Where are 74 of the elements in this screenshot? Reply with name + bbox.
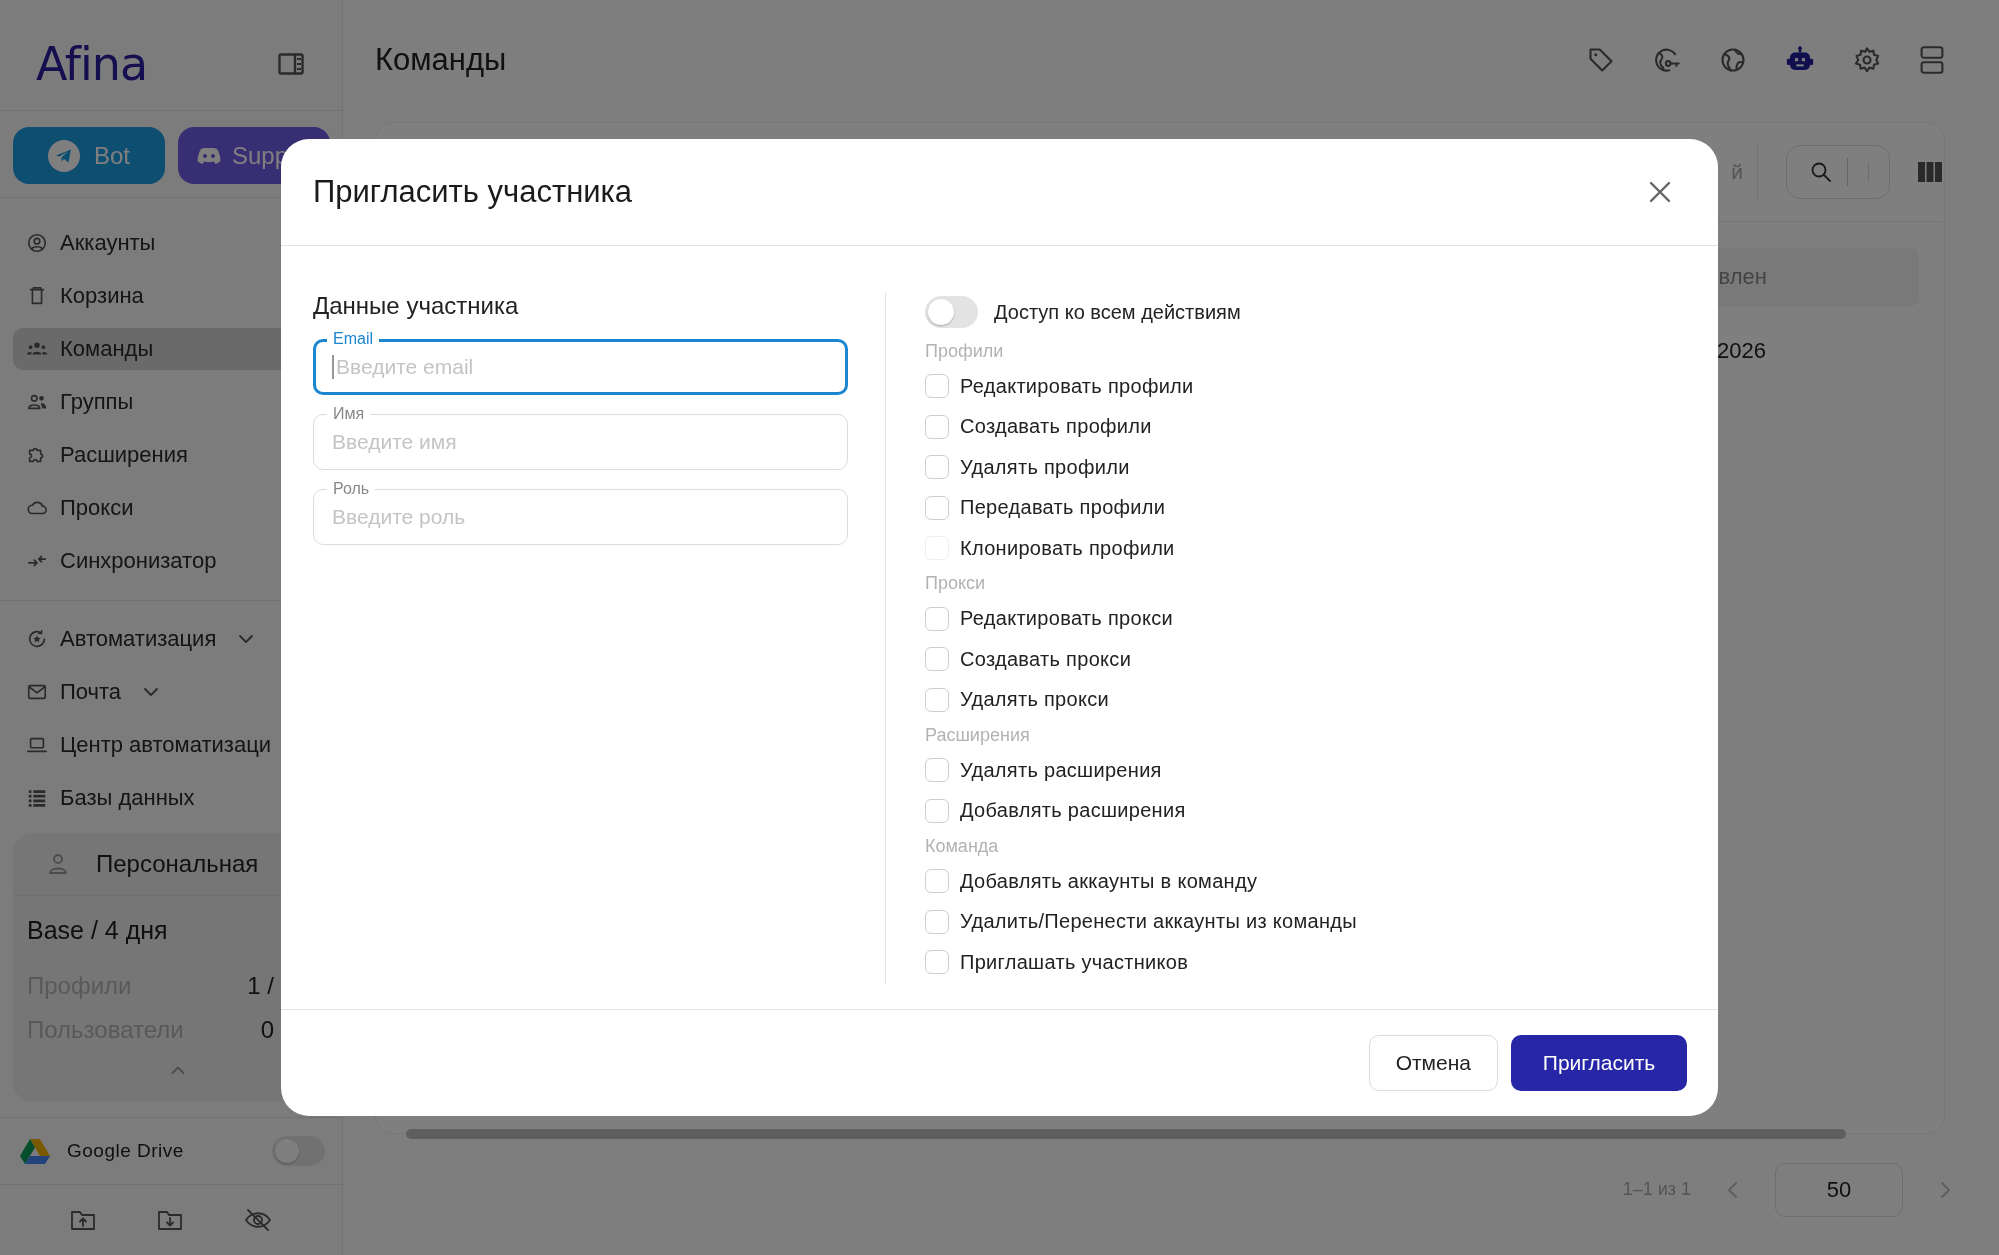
- checkbox[interactable]: [925, 798, 949, 823]
- list-icon: [26, 787, 48, 809]
- nav-item[interactable]: Почта: [13, 671, 342, 713]
- checkbox-label: Создавать профили: [960, 415, 1152, 439]
- folder-upload-icon[interactable]: [70, 1209, 97, 1231]
- checkbox-label: Клонировать профили: [960, 536, 1175, 560]
- game-controller-icon: [196, 145, 222, 166]
- checkbox[interactable]: [925, 869, 949, 894]
- plan-tariff: Base / 4 дня: [26, 915, 169, 946]
- checkbox-label: Добавлять расширения: [960, 799, 1186, 823]
- user-circle-icon: [26, 232, 48, 254]
- checkbox-label: Приглашать участников: [960, 950, 1189, 974]
- checkbox-label: Удалять расширения: [960, 758, 1162, 782]
- checkbox-label: Удалять прокси: [960, 688, 1109, 712]
- chevron-left-icon[interactable]: [1727, 1180, 1739, 1199]
- checkbox-label: Удалить/Перенести аккаунты из команды: [960, 910, 1357, 934]
- checkbox[interactable]: [925, 758, 949, 783]
- group-label: Команда: [925, 834, 1000, 858]
- group-label: Профили: [925, 339, 1005, 363]
- columns-icon[interactable]: [1918, 161, 1942, 183]
- checkbox-label: Добавлять аккаунты в команду: [960, 869, 1258, 893]
- checkbox-label: Редактировать прокси: [960, 607, 1173, 631]
- logo: Afina: [36, 37, 148, 91]
- checkbox-label: Создавать прокси: [960, 647, 1132, 671]
- nav-item[interactable]: Аккаунты: [13, 222, 342, 264]
- search-icon: [1809, 160, 1833, 184]
- scrollbar[interactable]: [406, 1129, 1846, 1139]
- triangle-logo-icon: [20, 1138, 50, 1164]
- settings-icon[interactable]: [1853, 46, 1881, 74]
- checkbox[interactable]: [925, 414, 949, 439]
- plan-value: 0: [260, 1016, 274, 1044]
- nav-item[interactable]: Центр автоматизаци: [13, 724, 342, 766]
- checkbox[interactable]: [925, 647, 949, 672]
- group-label: Прокси: [925, 572, 987, 595]
- plan-title: Персональная: [96, 850, 259, 878]
- page-title: Команды: [375, 42, 507, 78]
- checkbox[interactable]: [925, 687, 949, 712]
- google-drive-label: Google Drive: [67, 1140, 185, 1162]
- close-icon[interactable]: [1649, 181, 1671, 203]
- page-size-field[interactable]: 50: [1775, 1162, 1903, 1217]
- section-title: Данные участника: [313, 292, 520, 321]
- checkbox-label: Удалять профили: [960, 455, 1130, 479]
- checkbox[interactable]: [925, 950, 949, 975]
- checkbox[interactable]: [925, 455, 949, 480]
- bot-button[interactable]: Bot: [13, 127, 165, 184]
- tag-icon[interactable]: [1587, 46, 1615, 74]
- chevron-up-icon[interactable]: [170, 1066, 185, 1074]
- globe-key-icon[interactable]: [1653, 46, 1681, 74]
- person-icon: [48, 853, 68, 875]
- checkbox[interactable]: [925, 495, 949, 520]
- layout-rows-icon[interactable]: [1919, 45, 1945, 75]
- search-field[interactable]: [1786, 145, 1890, 199]
- checkbox[interactable]: [925, 909, 949, 934]
- invite-button[interactable]: Пригласить: [1511, 1035, 1687, 1091]
- toggle-switch[interactable]: [925, 296, 978, 328]
- checkbox[interactable]: [925, 606, 949, 631]
- table-cell: 2026: [1717, 338, 1766, 364]
- checkbox-label: Редактировать профили: [960, 374, 1194, 398]
- paper-plane-icon: [48, 139, 80, 172]
- folder-download-icon[interactable]: [157, 1209, 183, 1231]
- toggle-label: Доступ ко всем действиям: [994, 300, 1241, 324]
- plan-value: 1 /: [247, 972, 274, 1000]
- checkbox-label: Передавать профили: [960, 496, 1166, 520]
- group-label: Расширения: [925, 723, 1031, 747]
- nav-item[interactable]: Базы данных: [13, 777, 342, 819]
- toggle-switch[interactable]: [272, 1136, 325, 1166]
- sidebar-toggle-icon[interactable]: [278, 53, 304, 75]
- nav-item[interactable]: Автоматизация: [13, 618, 342, 660]
- eye-off-icon[interactable]: [243, 1208, 272, 1232]
- globe-icon[interactable]: [1719, 46, 1747, 74]
- cancel-button[interactable]: Отмена: [1368, 1035, 1498, 1091]
- chevron-right-icon[interactable]: [1939, 1180, 1951, 1199]
- automation-icon: [26, 628, 48, 650]
- checkbox[interactable]: [925, 374, 949, 399]
